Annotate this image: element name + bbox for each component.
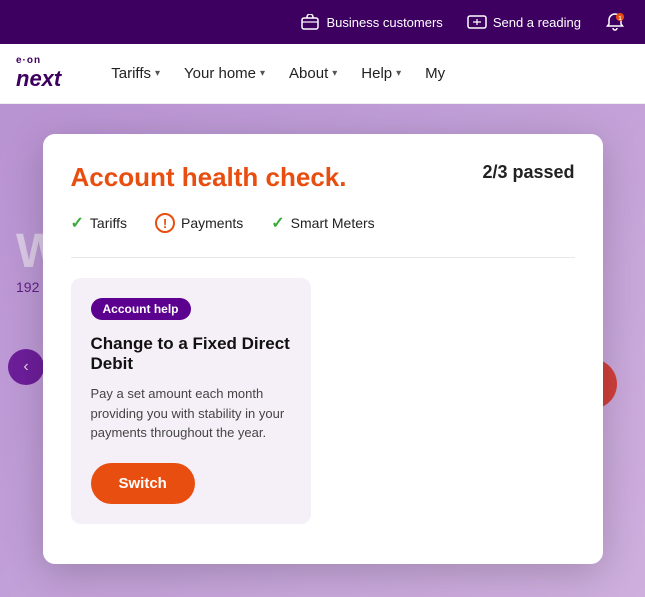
chevron-down-icon: ▾ — [332, 68, 337, 79]
card-description: Pay a set amount each month providing yo… — [91, 384, 291, 443]
modal-header: Account health check. 2/3 passed — [71, 162, 575, 193]
nav-tariffs-label: Tariffs — [111, 65, 151, 82]
nav-about[interactable]: About ▾ — [279, 57, 347, 90]
nav-bar: e·on next Tariffs ▾ Your home ▾ About ▾ … — [0, 44, 645, 104]
nav-links: Tariffs ▾ Your home ▾ About ▾ Help ▾ My — [101, 57, 629, 90]
nav-tariffs[interactable]: Tariffs ▾ — [101, 57, 170, 90]
logo[interactable]: e·on next — [16, 55, 61, 92]
checkmark-icon: ✓ — [71, 213, 84, 233]
logo-next: next — [16, 66, 61, 92]
check-smart-meters: ✓ Smart Meters — [271, 213, 374, 233]
modal-overlay: Account health check. 2/3 passed ✓ Tarif… — [0, 104, 645, 597]
checkmark-icon: ✓ — [271, 213, 284, 233]
chevron-down-icon: ▾ — [396, 68, 401, 79]
nav-about-label: About — [289, 65, 328, 82]
card-tag: Account help — [91, 298, 191, 320]
top-bar: Business customers Send a reading 1 — [0, 0, 645, 44]
health-check-modal: Account health check. 2/3 passed ✓ Tarif… — [43, 134, 603, 564]
switch-button[interactable]: Switch — [91, 463, 195, 504]
nav-your-home-label: Your home — [184, 65, 256, 82]
check-smart-meters-label: Smart Meters — [291, 215, 375, 231]
check-tariffs-label: Tariffs — [90, 215, 127, 231]
warning-icon: ! — [155, 213, 175, 233]
modal-checks: ✓ Tariffs ! Payments ✓ Smart Meters — [71, 213, 575, 233]
business-customers-label: Business customers — [326, 15, 442, 30]
account-help-card: Account help Change to a Fixed Direct De… — [71, 278, 311, 524]
nav-your-home[interactable]: Your home ▾ — [174, 57, 275, 90]
nav-my[interactable]: My — [415, 57, 455, 90]
nav-help[interactable]: Help ▾ — [351, 57, 411, 90]
logo-eon: e·on — [16, 55, 61, 66]
meter-icon — [467, 12, 487, 32]
modal-score: 2/3 passed — [482, 162, 574, 183]
send-reading-link[interactable]: Send a reading — [467, 12, 581, 32]
divider — [71, 257, 575, 258]
check-payments-label: Payments — [181, 215, 243, 231]
chevron-down-icon: ▾ — [260, 68, 265, 79]
business-customers-link[interactable]: Business customers — [300, 12, 442, 32]
nav-my-label: My — [425, 65, 445, 82]
briefcase-icon — [300, 12, 320, 32]
svg-text:1: 1 — [618, 16, 621, 22]
card-title: Change to a Fixed Direct Debit — [91, 334, 291, 374]
nav-help-label: Help — [361, 65, 392, 82]
chevron-down-icon: ▾ — [155, 68, 160, 79]
send-reading-label: Send a reading — [493, 15, 581, 30]
notification-wrapper: 1 — [605, 12, 625, 32]
check-tariffs: ✓ Tariffs — [71, 213, 128, 233]
check-payments: ! Payments — [155, 213, 243, 233]
notifications-link[interactable]: 1 — [605, 12, 625, 32]
modal-title: Account health check. — [71, 162, 347, 193]
